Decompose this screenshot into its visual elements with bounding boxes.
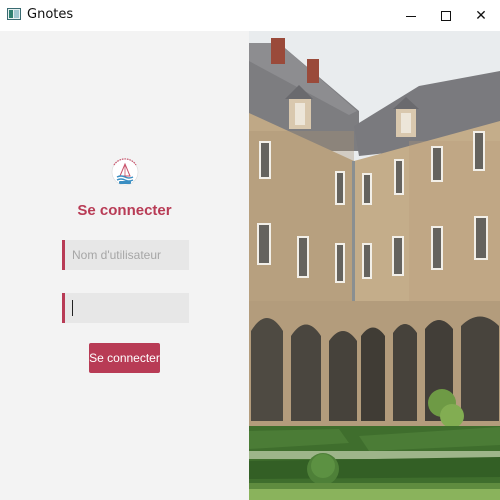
maximize-button[interactable] (426, 0, 466, 31)
close-icon: ✕ (475, 7, 487, 24)
logo-icon (111, 158, 139, 186)
cloister-illustration (249, 31, 500, 500)
login-panel: Se connecter Se connecter (0, 31, 249, 500)
login-title: Se connecter (77, 202, 172, 219)
window-title: Gnotes (27, 7, 74, 22)
cloister-courtyard-photo (249, 31, 500, 500)
app-icon (7, 8, 21, 20)
password-input[interactable] (65, 293, 189, 323)
username-input[interactable] (65, 240, 189, 270)
password-field[interactable] (62, 293, 189, 323)
close-button[interactable]: ✕ (461, 0, 500, 31)
username-field[interactable] (62, 240, 189, 270)
text-caret (72, 300, 73, 316)
minimize-icon (406, 16, 416, 17)
minimize-button[interactable] (391, 0, 431, 31)
login-button[interactable]: Se connecter (89, 343, 160, 373)
maximize-icon (441, 10, 451, 21)
title-bar[interactable]: Gnotes ✕ (0, 0, 500, 31)
